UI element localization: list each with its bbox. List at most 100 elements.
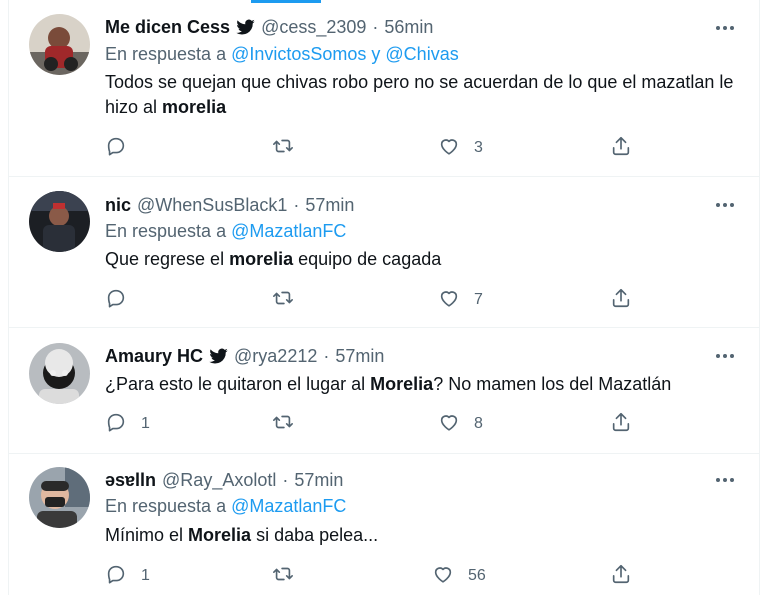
tweet-text: Que regrese el morelia equipo de cagada — [105, 247, 745, 272]
text-part: equipo de cagada — [293, 249, 442, 269]
reply-button[interactable] — [105, 287, 141, 313]
more-icon[interactable] — [713, 468, 737, 492]
reply-context: En respuesta a @MazatlanFC — [105, 221, 346, 242]
share-button[interactable] — [610, 287, 632, 313]
retweet-button[interactable] — [272, 287, 308, 313]
tweet-actions: 3 — [105, 135, 665, 161]
display-name[interactable]: Amaury HC — [105, 346, 203, 367]
tweet-header: Me dicen Cess @cess_2309 · 56min — [105, 15, 433, 39]
user-handle[interactable]: @Ray_Axolotl — [162, 470, 276, 491]
retweet-icon — [272, 135, 294, 162]
retweet-button[interactable] — [272, 411, 308, 437]
reply-context: En respuesta a @InvictosSomos y @Chivas — [105, 44, 459, 65]
retweet-icon — [272, 411, 294, 438]
more-icon[interactable] — [713, 344, 737, 368]
avatar[interactable] — [29, 343, 90, 404]
retweet-button[interactable] — [272, 135, 308, 161]
verified-badge-icon — [208, 346, 228, 366]
reply-prefix: En respuesta a — [105, 496, 227, 516]
text-part: Que regrese el — [105, 249, 230, 269]
reply-targets[interactable]: @MazatlanFC — [231, 221, 346, 241]
reply-context: En respuesta a @MazatlanFC — [105, 496, 346, 517]
share-button[interactable] — [610, 411, 632, 437]
separator: · — [323, 345, 330, 366]
reply-button[interactable] — [105, 135, 141, 161]
tweet-header: nic @WhenSusBlack1 · 57min — [105, 193, 354, 217]
timestamp[interactable]: 56min — [384, 17, 433, 38]
retweet-icon — [272, 563, 294, 590]
tweet-header: Amaury HC @rya2212 · 57min — [105, 344, 384, 368]
share-icon — [610, 287, 632, 314]
tweet[interactable]: Me dicen Cess @cess_2309 · 56min En resp… — [9, 0, 759, 177]
timestamp[interactable]: 57min — [305, 195, 354, 216]
avatar[interactable] — [29, 467, 90, 528]
separator: · — [282, 469, 289, 490]
display-name[interactable]: ǝsɐlln — [105, 470, 156, 491]
display-name[interactable]: Me dicen Cess — [105, 17, 230, 38]
tweet-feed: Me dicen Cess @cess_2309 · 56min En resp… — [8, 0, 760, 595]
reply-count: 1 — [141, 567, 150, 584]
text-highlight: morelia — [229, 249, 294, 269]
text-part: ? No mamen los del Mazatlán — [433, 374, 672, 394]
reply-prefix: En respuesta a — [105, 221, 227, 241]
like-button[interactable]: 7 — [438, 287, 483, 313]
more-icon[interactable] — [713, 16, 737, 40]
like-count: 7 — [474, 291, 483, 308]
share-icon — [610, 135, 632, 162]
avatar[interactable] — [29, 14, 90, 75]
tweet-actions: 1 8 — [105, 411, 665, 437]
tweet-header: ǝsɐlln @Ray_Axolotl · 57min — [105, 468, 343, 492]
like-button[interactable]: 3 — [438, 135, 483, 161]
share-icon — [610, 563, 632, 590]
retweet-button[interactable] — [272, 563, 308, 589]
tweet-actions: 7 — [105, 287, 665, 313]
reply-count: 1 — [141, 415, 150, 432]
text-highlight: morelia — [162, 97, 227, 117]
reply-icon — [105, 563, 127, 590]
retweet-icon — [272, 287, 294, 314]
like-button[interactable]: 56 — [432, 563, 486, 589]
reply-button[interactable]: 1 — [105, 411, 150, 437]
reply-prefix: En respuesta a — [105, 44, 227, 64]
like-icon — [438, 135, 460, 162]
like-icon — [432, 563, 454, 590]
timestamp[interactable]: 57min — [335, 346, 384, 367]
tweet-text: Todos se quejan que chivas robo pero no … — [105, 70, 745, 120]
like-count: 3 — [474, 139, 483, 156]
user-handle[interactable]: @rya2212 — [234, 346, 317, 367]
tweet[interactable]: nic @WhenSusBlack1 · 57min En respuesta … — [9, 176, 759, 328]
like-icon — [438, 287, 460, 314]
tweet-text: ¿Para esto le quitaron el lugar al Morel… — [105, 372, 745, 397]
text-highlight: Morelia — [188, 525, 252, 545]
reply-icon — [105, 135, 127, 162]
text-part: ¿Para esto le quitaron el lugar al — [105, 374, 371, 394]
share-button[interactable] — [610, 135, 632, 161]
verified-badge-icon — [235, 17, 255, 37]
avatar[interactable] — [29, 191, 90, 252]
tweet-text: Mínimo el Morelia si daba pelea... — [105, 523, 745, 548]
like-button[interactable]: 8 — [438, 411, 483, 437]
like-count: 8 — [474, 415, 483, 432]
separator: · — [372, 16, 379, 37]
tweet-actions: 1 56 — [105, 563, 665, 589]
share-icon — [610, 411, 632, 438]
display-name[interactable]: nic — [105, 195, 131, 216]
reply-icon — [105, 411, 127, 438]
more-icon[interactable] — [713, 193, 737, 217]
user-handle[interactable]: @cess_2309 — [261, 17, 366, 38]
tweet[interactable]: Amaury HC @rya2212 · 57min ¿Para esto le… — [9, 327, 759, 454]
user-handle[interactable]: @WhenSusBlack1 — [137, 195, 287, 216]
text-part: si daba pelea... — [251, 525, 379, 545]
share-button[interactable] — [610, 563, 632, 589]
reply-icon — [105, 287, 127, 314]
reply-targets[interactable]: @MazatlanFC — [231, 496, 346, 516]
like-icon — [438, 411, 460, 438]
text-highlight: Morelia — [370, 374, 434, 394]
separator: · — [293, 194, 300, 215]
timestamp[interactable]: 57min — [294, 470, 343, 491]
like-count: 56 — [468, 567, 486, 584]
text-part: Mínimo el — [105, 525, 189, 545]
tweet[interactable]: ǝsɐlln @Ray_Axolotl · 57min En respuesta… — [9, 453, 759, 595]
reply-button[interactable]: 1 — [105, 563, 150, 589]
reply-targets[interactable]: @InvictosSomos y @Chivas — [231, 44, 459, 64]
